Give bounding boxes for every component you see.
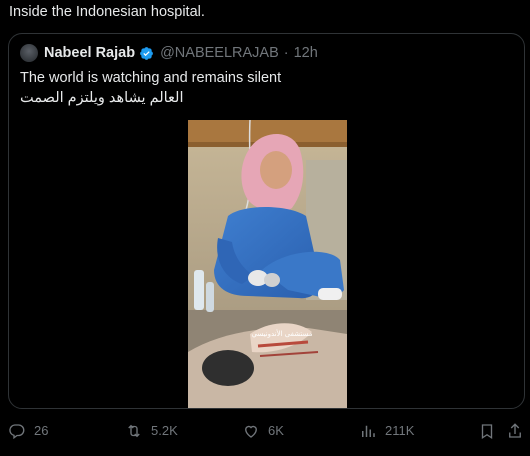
separator-dot: ·	[283, 45, 289, 61]
quoted-text-arabic: العالم يشاهد ويلتزم الصمت	[20, 90, 184, 106]
avatar[interactable]	[20, 44, 38, 62]
quoted-tweet-card[interactable]: Nabeel Rajab @NABEELRAJAB · 12h The worl…	[8, 33, 525, 409]
post-time[interactable]: 12h	[294, 45, 318, 61]
bookmark-icon	[481, 424, 493, 440]
reply-icon	[9, 424, 25, 440]
like-count: 6K	[268, 423, 284, 438]
verified-badge-icon	[140, 46, 153, 60]
reply-count: 26	[34, 423, 49, 438]
video-frame-illustration: مستشفى الأندونيسي	[188, 120, 347, 408]
quoted-tweet-header: Nabeel Rajab @NABEELRAJAB · 12h	[20, 44, 318, 62]
author-name[interactable]: Nabeel Rajab	[44, 45, 135, 61]
video-thumbnail[interactable]: مستشفى الأندونيسي	[188, 120, 347, 408]
like-button[interactable]: 6K	[242, 418, 284, 444]
tweet-actions-bar: 26 5.2K 6K 211K	[0, 418, 530, 444]
post-text: Inside the Indonesian hospital.	[9, 4, 205, 20]
repost-button[interactable]: 5.2K	[125, 418, 178, 444]
bookmark-button[interactable]	[478, 418, 504, 444]
views-count: 211K	[385, 423, 415, 438]
repost-icon	[128, 424, 140, 438]
author-handle[interactable]: @NABEELRAJAB	[160, 45, 279, 61]
quoted-tweet-text: The world is watching and remains silent…	[20, 68, 281, 108]
reply-button[interactable]: 26	[8, 418, 48, 444]
views-icon	[362, 425, 375, 437]
share-icon	[509, 423, 521, 438]
repost-count: 5.2K	[151, 423, 178, 438]
views-button[interactable]: 211K	[359, 418, 414, 444]
share-button[interactable]	[506, 418, 530, 444]
media-caption: مستشفى الأندونيسي	[251, 329, 312, 338]
like-icon	[245, 425, 257, 438]
quoted-text-english: The world is watching and remains silent	[20, 70, 282, 86]
